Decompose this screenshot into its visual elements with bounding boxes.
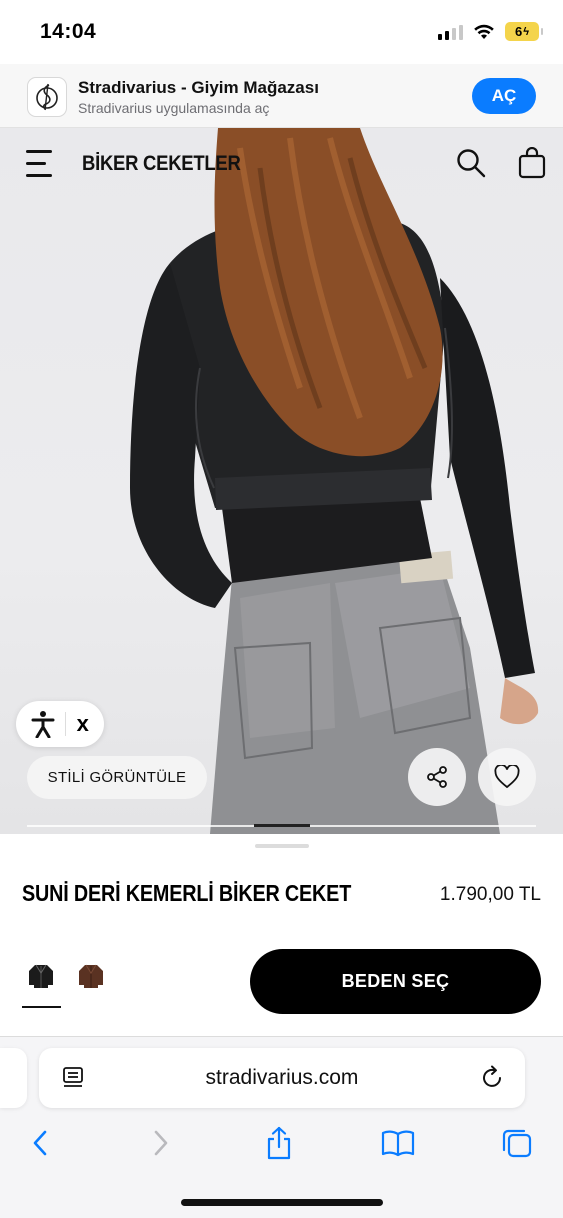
sheet-grabber[interactable] bbox=[255, 844, 309, 848]
back-chevron-icon bbox=[33, 1130, 47, 1156]
heart-icon bbox=[494, 765, 520, 789]
select-size-button[interactable]: BEDEN SEÇ bbox=[250, 949, 541, 1014]
product-price: 1.790,00 TL bbox=[439, 884, 541, 905]
back-button[interactable] bbox=[20, 1123, 60, 1163]
previous-tab-peek[interactable] bbox=[0, 1048, 27, 1108]
browser-toolbar: stradivarius.com bbox=[0, 1036, 563, 1218]
color-swatch-brown[interactable] bbox=[72, 958, 110, 994]
divider bbox=[65, 712, 67, 736]
tabs-button[interactable] bbox=[497, 1123, 537, 1163]
app-logo-icon bbox=[27, 77, 67, 117]
forward-chevron-icon bbox=[154, 1130, 168, 1156]
reload-icon[interactable] bbox=[481, 1065, 505, 1091]
book-icon bbox=[381, 1130, 415, 1157]
address-bar[interactable]: stradivarius.com bbox=[39, 1048, 525, 1108]
site-header: BİKER CEKETLER bbox=[0, 128, 563, 200]
wifi-icon bbox=[474, 24, 494, 39]
selected-color-indicator bbox=[22, 1006, 61, 1008]
color-swatch-black[interactable] bbox=[22, 958, 60, 994]
accessibility-widget[interactable]: x bbox=[16, 701, 104, 747]
share-button[interactable] bbox=[408, 748, 466, 806]
close-accessibility-button[interactable]: x bbox=[77, 711, 89, 737]
menu-icon[interactable] bbox=[26, 150, 54, 177]
battery-level: 6 bbox=[514, 24, 523, 39]
product-name: SUNİ DERİ KEMERLİ BİKER CEKET bbox=[22, 880, 352, 906]
bookmarks-button[interactable] bbox=[378, 1123, 418, 1163]
app-subtitle: Stradivarius uygulamasında aç bbox=[78, 100, 270, 116]
black-jacket-icon bbox=[29, 964, 53, 988]
favorite-button[interactable] bbox=[478, 748, 536, 806]
app-name: Stradivarius - Giyim Mağazası bbox=[78, 78, 319, 97]
smart-app-banner: Stradivarius - Giyim Mağazası Stradivari… bbox=[0, 64, 563, 128]
battery-icon: 6 ϟ bbox=[505, 22, 543, 41]
view-style-button[interactable]: STİLİ GÖRÜNTÜLE bbox=[27, 756, 207, 799]
status-time: 14:04 bbox=[40, 20, 97, 43]
cellular-signal-icon bbox=[438, 24, 463, 40]
shopping-bag-icon[interactable] bbox=[517, 147, 547, 179]
tabs-icon bbox=[502, 1129, 532, 1158]
share-upload-icon bbox=[267, 1126, 291, 1160]
status-icons: 6 ϟ bbox=[438, 22, 543, 41]
image-carousel-progress bbox=[254, 824, 310, 827]
open-app-button[interactable]: AÇ bbox=[472, 78, 536, 114]
status-bar: 14:04 6 ϟ bbox=[0, 0, 563, 64]
share-sheet-button[interactable] bbox=[259, 1123, 299, 1163]
search-icon[interactable] bbox=[456, 148, 486, 178]
share-icon bbox=[427, 766, 447, 788]
charging-bolt-icon: ϟ bbox=[523, 25, 530, 38]
forward-button[interactable] bbox=[141, 1123, 181, 1163]
browser-nav-row bbox=[0, 1123, 563, 1163]
brown-jacket-icon bbox=[79, 964, 103, 988]
url-text: stradivarius.com bbox=[205, 1066, 359, 1089]
accessibility-icon[interactable] bbox=[31, 710, 55, 738]
product-sheet: SUNİ DERİ KEMERLİ BİKER CEKET 1.790,00 T… bbox=[0, 834, 563, 1038]
page-title: BİKER CEKETLER bbox=[82, 152, 241, 175]
home-indicator bbox=[181, 1199, 383, 1206]
